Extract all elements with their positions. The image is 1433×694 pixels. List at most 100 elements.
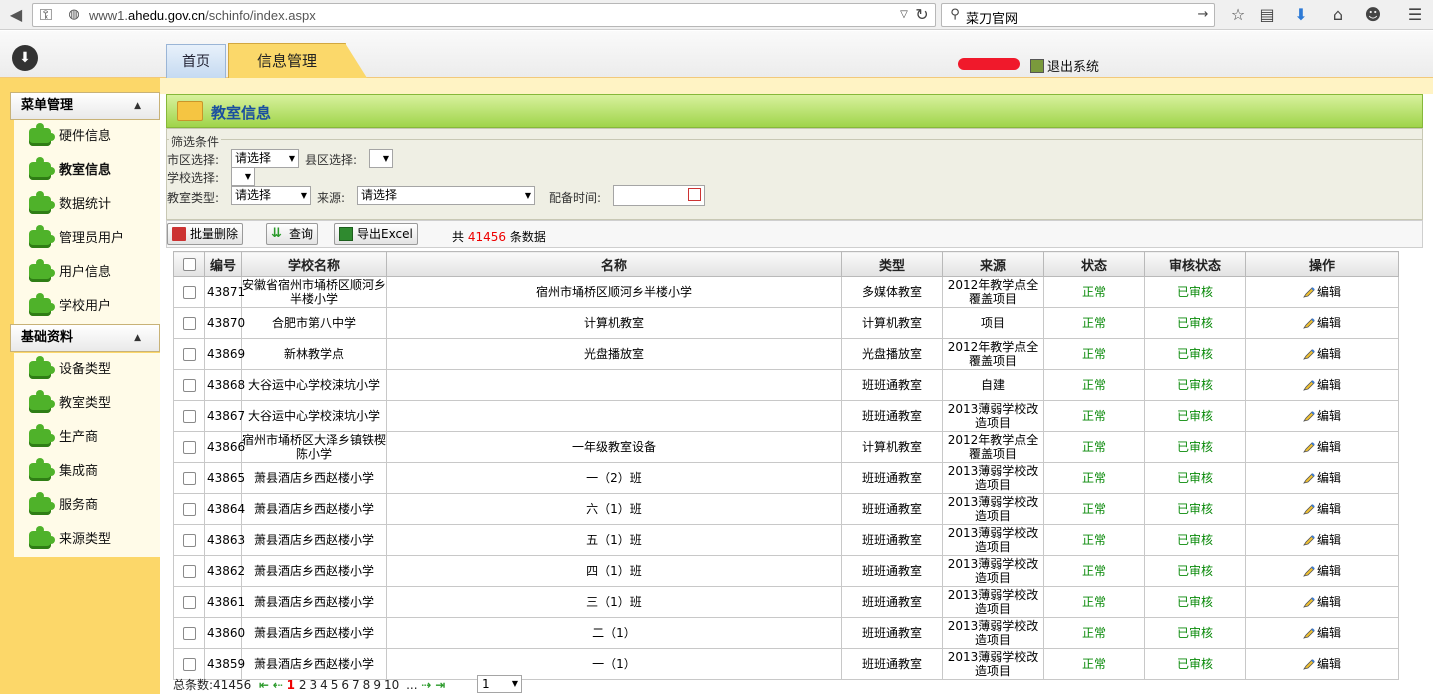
sidebar-item-device-type[interactable]: 设备类型 — [14, 353, 160, 387]
sidebar-item-integrator[interactable]: 集成商 — [14, 455, 160, 489]
sidebar-item-classroom-type[interactable]: 教室类型 — [14, 387, 160, 421]
menu-icon[interactable]: ☰ — [1404, 4, 1426, 26]
row-checkbox[interactable] — [182, 627, 196, 640]
sidebar-item-classroom[interactable]: 教室信息 — [14, 154, 160, 188]
edit-link[interactable]: 编辑 — [1317, 657, 1341, 671]
address-bar[interactable]: ⚿ ◍ www1.ahedu.gov.cn/schinfo/index.aspx… — [32, 3, 936, 27]
classroom-type-select[interactable]: 请选择 ▼ — [231, 186, 311, 205]
row-edit-cell[interactable]: 编辑 — [1245, 555, 1399, 587]
reader-icon[interactable]: ▤ — [1256, 4, 1278, 26]
page-link[interactable]: 4 — [320, 678, 328, 692]
edit-link[interactable]: 编辑 — [1317, 533, 1341, 547]
row-edit-cell[interactable]: 编辑 — [1245, 586, 1399, 618]
next-page-icon[interactable]: ⇢ — [421, 678, 431, 692]
row-checkbox[interactable] — [182, 503, 196, 516]
calendar-icon[interactable] — [688, 188, 701, 201]
edit-link[interactable]: 编辑 — [1317, 440, 1341, 454]
column-header[interactable]: 审核状态 — [1144, 251, 1246, 277]
row-checkbox[interactable] — [182, 286, 196, 299]
row-checkbox[interactable] — [182, 658, 196, 671]
edit-link[interactable]: 编辑 — [1317, 471, 1341, 485]
export-excel-button[interactable]: 导出Excel — [334, 223, 418, 245]
row-checkbox-cell[interactable] — [173, 307, 205, 339]
prev-page-icon[interactable]: ⇠ — [273, 678, 283, 692]
row-edit-cell[interactable]: 编辑 — [1245, 462, 1399, 494]
download-icon[interactable]: ⬇ — [1290, 4, 1312, 26]
date-input[interactable] — [613, 185, 705, 206]
row-checkbox[interactable] — [182, 379, 196, 392]
sidebar-item-admin-users[interactable]: 管理员用户 — [14, 222, 160, 256]
row-edit-cell[interactable]: 编辑 — [1245, 307, 1399, 339]
tab-info-management[interactable]: 信息管理 — [228, 43, 367, 78]
column-header[interactable]: 来源 — [942, 251, 1044, 277]
page-link[interactable]: 10 — [384, 678, 399, 692]
column-header[interactable]: 学校名称 — [241, 251, 387, 277]
row-checkbox[interactable] — [182, 596, 196, 609]
row-edit-cell[interactable]: 编辑 — [1245, 431, 1399, 463]
source-select[interactable]: 请选择 ▼ — [357, 186, 535, 205]
row-edit-cell[interactable]: 编辑 — [1245, 493, 1399, 525]
row-checkbox[interactable] — [182, 565, 196, 578]
row-edit-cell[interactable]: 编辑 — [1245, 276, 1399, 308]
row-checkbox-cell[interactable] — [173, 400, 205, 432]
edit-link[interactable]: 编辑 — [1317, 347, 1341, 361]
sidebar-item-hardware[interactable]: 硬件信息 — [14, 120, 160, 154]
row-checkbox[interactable] — [182, 472, 196, 485]
reload-icon[interactable]: ↻ — [911, 4, 933, 26]
batch-delete-button[interactable]: 批量删除 — [167, 223, 244, 245]
sidebar-item-user-info[interactable]: 用户信息 — [14, 256, 160, 290]
row-edit-cell[interactable]: 编辑 — [1245, 369, 1399, 401]
query-button[interactable]: ⇊ 查询 — [266, 223, 319, 245]
page-link[interactable]: 2 — [299, 678, 307, 692]
row-checkbox-cell[interactable] — [173, 555, 205, 587]
tab-home[interactable]: 首页 — [166, 44, 226, 78]
edit-link[interactable]: 编辑 — [1317, 502, 1341, 516]
row-edit-cell[interactable]: 编辑 — [1245, 524, 1399, 556]
row-edit-cell[interactable]: 编辑 — [1245, 338, 1399, 370]
column-header[interactable]: 名称 — [386, 251, 842, 277]
row-checkbox-cell[interactable] — [173, 648, 205, 680]
column-header[interactable]: 类型 — [841, 251, 943, 277]
column-header[interactable]: 编号 — [204, 251, 242, 277]
collapse-up-icon[interactable]: ▲ — [134, 325, 141, 351]
page-select[interactable]: 1 ▼ — [477, 675, 522, 693]
collapse-down-icon[interactable]: ⬇ — [12, 45, 38, 71]
edit-link[interactable]: 编辑 — [1317, 409, 1341, 423]
page-link[interactable]: 3 — [309, 678, 317, 692]
page-link[interactable]: 7 — [352, 678, 360, 692]
edit-link[interactable]: 编辑 — [1317, 626, 1341, 640]
logout-link[interactable]: 退出系统 — [1030, 56, 1099, 75]
row-checkbox[interactable] — [182, 441, 196, 454]
url-text[interactable]: www1.ahedu.gov.cn/schinfo/index.aspx — [89, 8, 316, 23]
row-checkbox-cell[interactable] — [173, 338, 205, 370]
page-link[interactable]: 6 — [341, 678, 349, 692]
back-icon[interactable]: ◀ — [4, 3, 28, 27]
page-link[interactable]: 8 — [363, 678, 371, 692]
search-input[interactable]: ⚲ 菜刀官网 → — [941, 3, 1215, 27]
row-checkbox-cell[interactable] — [173, 586, 205, 618]
edit-link[interactable]: 编辑 — [1317, 564, 1341, 578]
page-ellipsis[interactable]: ... — [406, 678, 417, 692]
column-header[interactable]: 操作 — [1245, 251, 1399, 277]
sidebar-item-statistics[interactable]: 数据统计 — [14, 188, 160, 222]
chat-icon[interactable]: ☻ — [1362, 4, 1384, 26]
row-checkbox-cell[interactable] — [173, 276, 205, 308]
row-edit-cell[interactable]: 编辑 — [1245, 617, 1399, 649]
first-page-icon[interactable]: ⇤ — [259, 678, 269, 692]
last-page-icon[interactable]: ⇥ — [435, 678, 445, 692]
edit-link[interactable]: 编辑 — [1317, 595, 1341, 609]
sidebar-item-manufacturer[interactable]: 生产商 — [14, 421, 160, 455]
school-select[interactable]: ▼ — [231, 167, 255, 186]
county-select[interactable]: ▼ — [369, 149, 393, 168]
row-checkbox[interactable] — [182, 410, 196, 423]
row-checkbox-cell[interactable] — [173, 524, 205, 556]
row-checkbox[interactable] — [182, 534, 196, 547]
sidebar-item-school-users[interactable]: 学校用户 — [14, 290, 160, 324]
collapse-up-icon[interactable]: ▲ — [134, 93, 141, 119]
row-checkbox[interactable] — [182, 348, 196, 361]
page-link[interactable]: 5 — [331, 678, 339, 692]
page-link[interactable]: 9 — [373, 678, 381, 692]
go-icon[interactable]: → — [1192, 4, 1214, 26]
row-checkbox-cell[interactable] — [173, 369, 205, 401]
select-all-checkbox[interactable] — [182, 257, 196, 271]
